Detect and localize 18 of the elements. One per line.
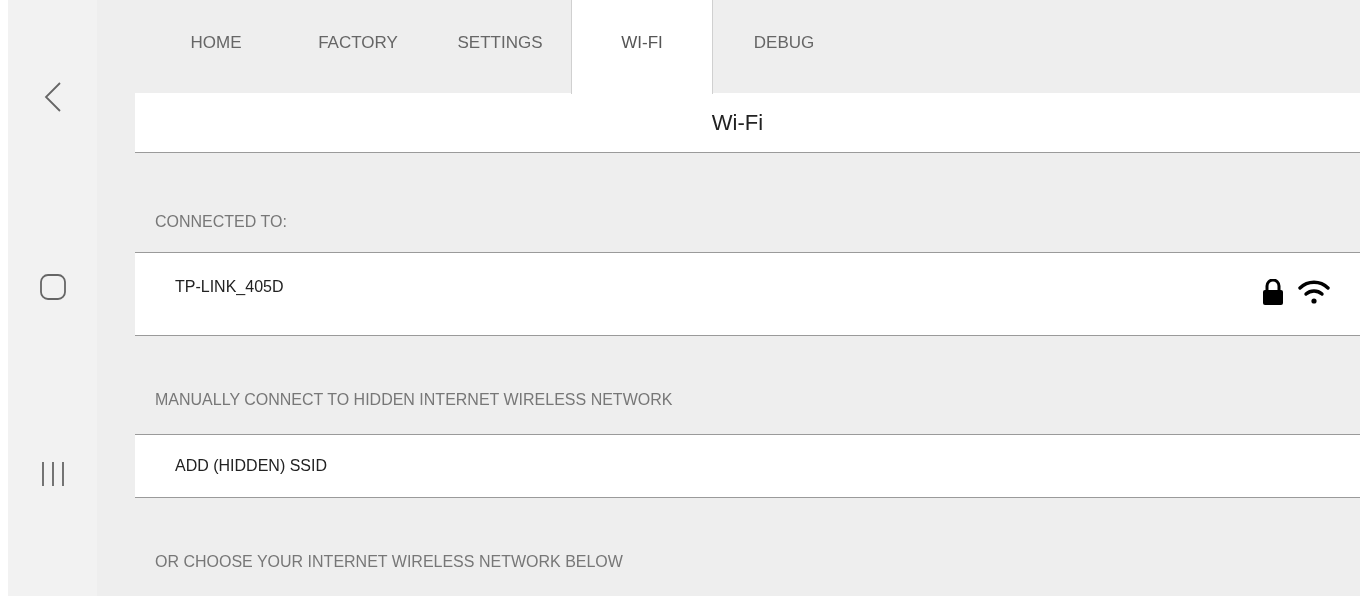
lock-icon xyxy=(1262,279,1284,305)
recent-apps-icon[interactable] xyxy=(40,462,65,486)
tab[interactable]: DEBUG xyxy=(713,0,855,93)
wifi-icon xyxy=(1298,279,1330,305)
network-name: TP-LINK_405D xyxy=(175,277,284,297)
page-title: Wi-Fi xyxy=(711,109,765,137)
tab[interactable]: SETTINGS xyxy=(429,0,571,93)
back-icon[interactable] xyxy=(43,82,62,112)
list-item[interactable]: ADD (HIDDEN) SSID xyxy=(135,434,1360,498)
list-item[interactable]: TP-LINK_405D xyxy=(135,252,1360,336)
network-name: ADD (HIDDEN) SSID xyxy=(175,456,327,476)
tab[interactable]: FACTORY xyxy=(287,0,429,93)
section-heading: CONNECTED TO: xyxy=(155,212,287,232)
tab[interactable]: HOME xyxy=(145,0,287,93)
tab[interactable]: WI-FI xyxy=(571,0,713,94)
section-heading: OR CHOOSE YOUR INTERNET WIRELESS NETWORK BELOW xyxy=(155,552,623,572)
home-icon[interactable] xyxy=(39,274,66,300)
section-heading: MANUALLY CONNECT TO HIDDEN INTERNET WIRELESS NETWORK xyxy=(155,390,673,410)
